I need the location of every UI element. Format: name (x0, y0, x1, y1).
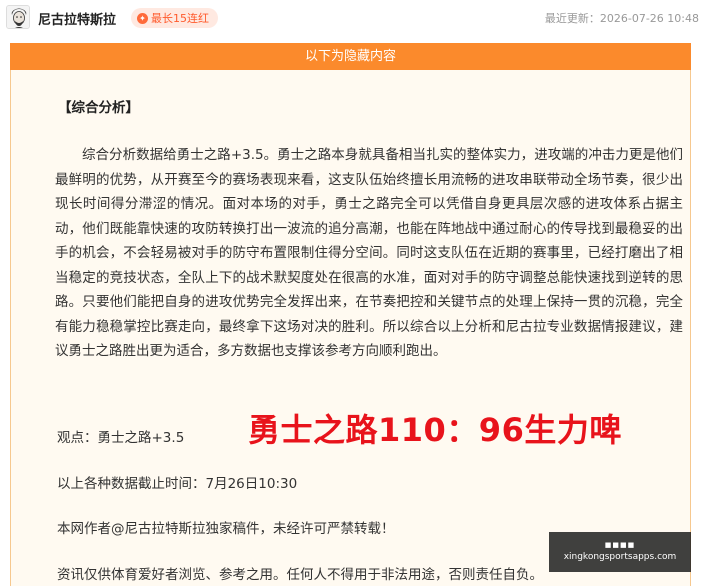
watermark-mark: ■■■■ (604, 541, 636, 549)
copyright-notice: 本网作者@尼古拉特斯拉独家稿件，未经许可严禁转载！ (57, 521, 395, 537)
top-bar: 尼古拉特斯拉 ✦ 最长15连红 最近更新：2026-07-26 10:48 (0, 0, 703, 36)
predicted-score: 勇士之路110：96生力啤 (248, 411, 622, 449)
author-name[interactable]: 尼古拉特斯拉 (38, 9, 116, 28)
section-title: 【综合分析】 (58, 100, 139, 116)
watermark-url: xingkongsportsapps.com (563, 552, 677, 562)
last-updated: 最近更新：2026-07-26 10:48 (544, 12, 699, 25)
site-watermark: ■■■■ xingkongsportsapps.com (549, 532, 691, 572)
flame-icon: ✦ (137, 12, 148, 24)
portrait-icon (7, 6, 29, 28)
analysis-paragraph: 综合分析数据给勇士之路+3.5。勇士之路本身就具备相当扎实的整体实力，进攻端的冲… (55, 147, 683, 359)
author-avatar[interactable] (6, 5, 30, 29)
hidden-content-banner: 以下为隐藏内容 (10, 43, 691, 70)
opinion-line: 观点：勇士之路+3.5 (57, 430, 185, 446)
streak-badge-label: 最长15连红 (151, 12, 209, 25)
streak-badge: ✦ 最长15连红 (131, 8, 218, 28)
data-cutoff-time: 以上各种数据截止时间：7月26日10:30 (57, 476, 298, 492)
disclaimer: 资讯仅供体育爱好者浏览、参考之用。任何人不得用于非法用途，否则责任自负。 (57, 567, 543, 583)
